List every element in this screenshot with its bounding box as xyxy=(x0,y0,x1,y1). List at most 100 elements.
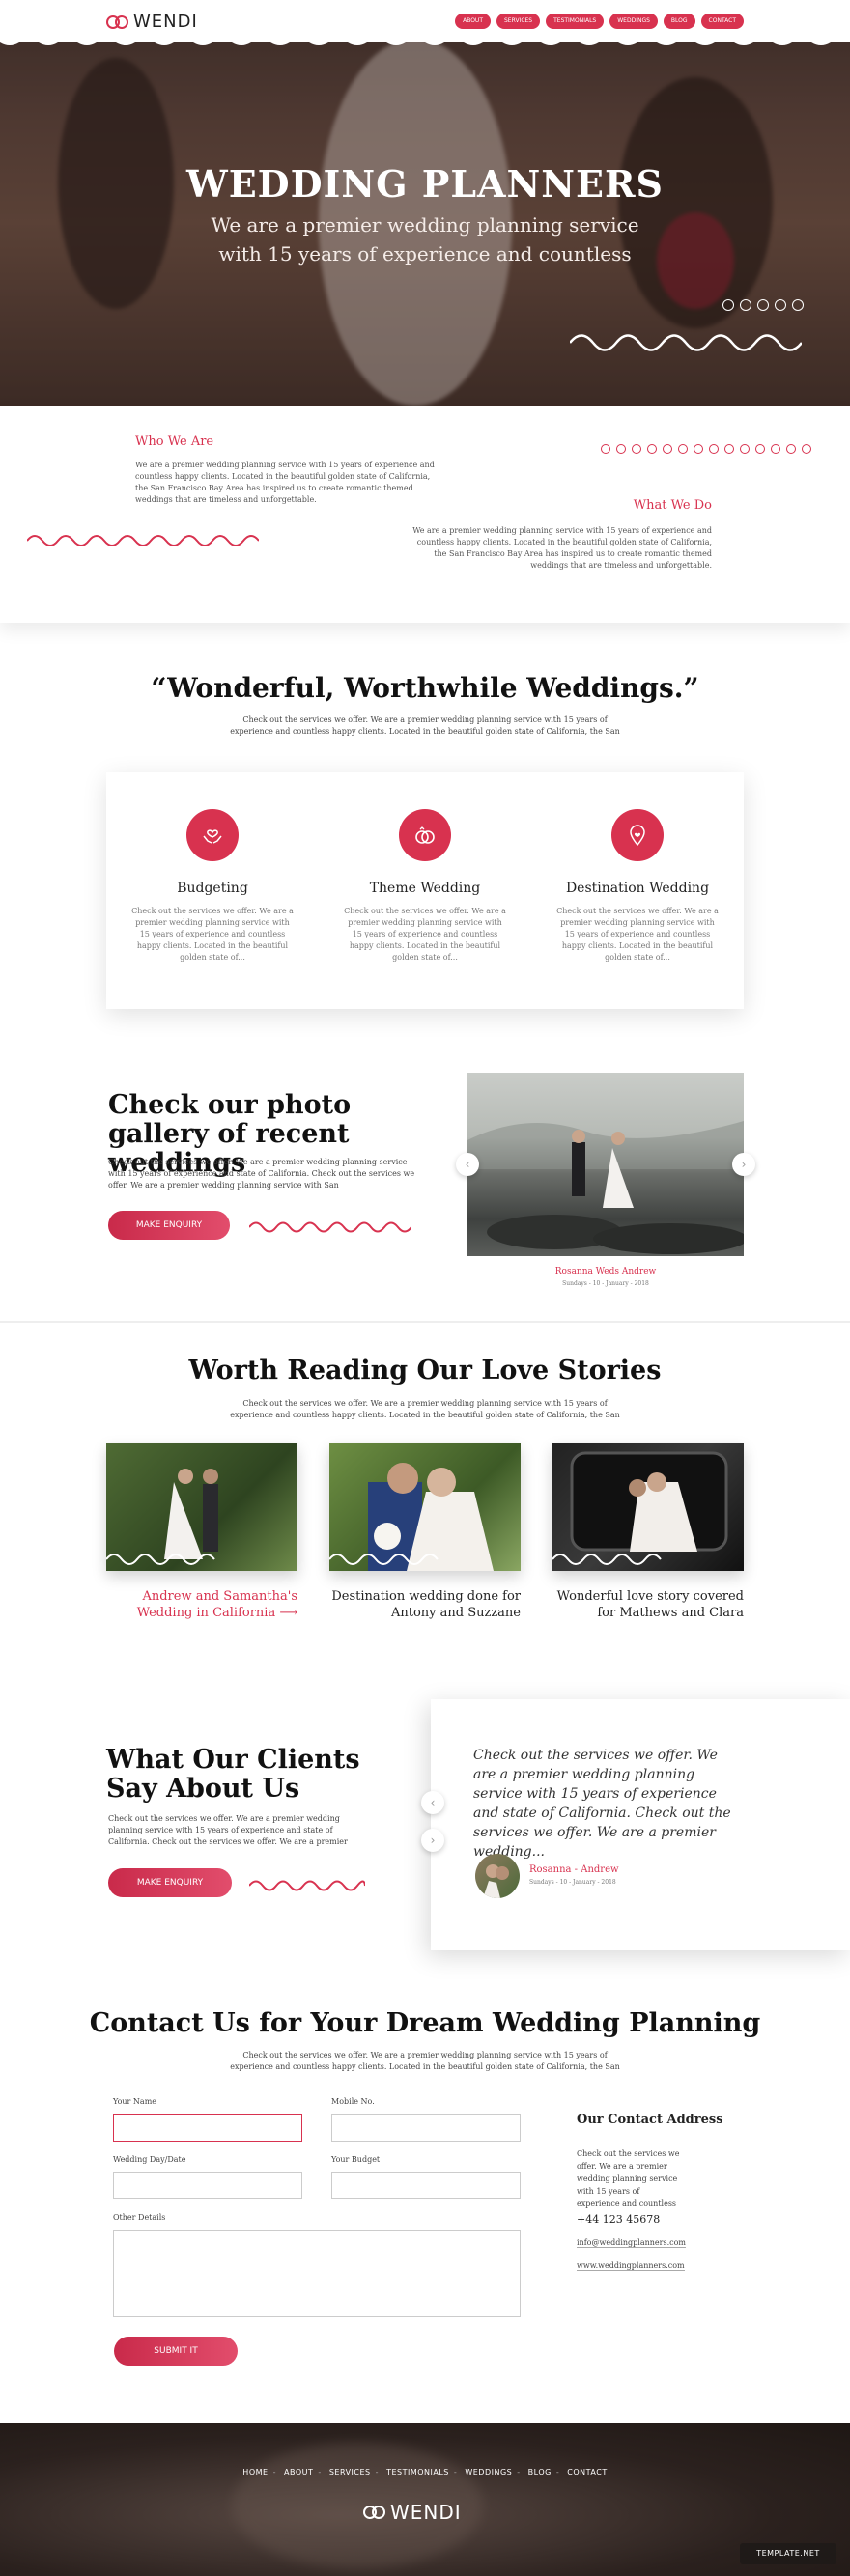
wonderful-title: “Wonderful, Worthwhile Weddings.” xyxy=(151,672,699,704)
mobile-label: Mobile No. xyxy=(331,2097,375,2106)
gallery-text: Check out the services we offer. We are … xyxy=(108,1158,415,1190)
footer-link-services[interactable]: SERVICES xyxy=(329,2468,371,2477)
logo[interactable]: WENDI xyxy=(106,12,198,32)
budget-field[interactable] xyxy=(331,2172,521,2199)
testimonial-date: Sundays - 10 - January - 2018 xyxy=(529,1879,616,1886)
who-title: Who We Are xyxy=(135,434,214,449)
wedding-date-field[interactable] xyxy=(113,2172,302,2199)
slider-dot[interactable] xyxy=(792,299,804,311)
address-website[interactable]: www.weddingplanners.com xyxy=(577,2261,685,2271)
details-label: Other Details xyxy=(113,2213,166,2222)
story-image xyxy=(106,1443,298,1571)
nav-blog[interactable]: BLOG xyxy=(663,14,695,29)
footer-link-blog[interactable]: BLOG xyxy=(528,2468,552,2477)
name-label: Your Name xyxy=(113,2097,157,2106)
budget-label: Your Budget xyxy=(331,2155,381,2164)
rings-icon xyxy=(363,2506,386,2519)
address-email[interactable]: info@weddingplanners.com xyxy=(577,2238,686,2248)
gallery-caption: Rosanna Weds Andrew xyxy=(554,1267,657,1276)
contact-subtitle: Check out the services we offer. We are … xyxy=(230,2051,620,2071)
nav-weddings[interactable]: WEDDINGS xyxy=(609,14,658,29)
service-text: Check out the services we offer. We are … xyxy=(344,907,506,962)
couple-on-beach-image xyxy=(468,1121,744,1254)
hero-subtitle: We are a premier wedding planning servic… xyxy=(211,213,639,266)
wonderful-subtitle: Check out the services we offer. We are … xyxy=(230,715,620,736)
prev-arrow-icon[interactable]: ‹ xyxy=(421,1791,444,1814)
who-we-are-section: Who We Are We are a premier wedding plan… xyxy=(0,406,850,623)
logo-text: WENDI xyxy=(133,12,198,32)
services-card: Budgeting Check out the services we offe… xyxy=(106,772,744,1009)
page: WEDDING PLANNERS We are a premier weddin… xyxy=(0,0,850,2576)
nav-services[interactable]: SERVICES xyxy=(496,14,541,29)
service-title: Theme Wedding xyxy=(369,881,481,896)
hands-heart-icon xyxy=(186,809,239,861)
footer-link-home[interactable]: HOME xyxy=(242,2468,268,2477)
make-enquiry-button[interactable]: MAKE ENQUIRY xyxy=(108,1211,230,1240)
service-title: Budgeting xyxy=(177,881,248,896)
story-card[interactable]: Andrew and Samantha's Wedding in Califor… xyxy=(106,1443,298,1621)
location-heart-icon xyxy=(611,809,664,861)
service-destination-wedding[interactable]: Destination Wedding Check out the servic… xyxy=(555,809,720,1009)
story-caption: Andrew and Samantha's Wedding in Califor… xyxy=(136,1589,298,1620)
header: WENDI ABOUT SERVICES TESTIMONIALS WEDDIN… xyxy=(0,0,850,42)
clients-text: Check out the services we offer. We are … xyxy=(108,1814,348,1846)
service-theme-wedding[interactable]: Theme Wedding Check out the services we … xyxy=(343,809,507,1009)
clients-title: What Our Clients Say About Us xyxy=(106,1745,360,1804)
details-field[interactable] xyxy=(113,2230,521,2317)
arrow-right-icon[interactable]: ⟶ xyxy=(279,1606,298,1620)
next-arrow-icon[interactable]: › xyxy=(732,1153,755,1176)
hero-section: WEDDING PLANNERS We are a premier weddin… xyxy=(0,0,850,406)
address-title: Our Contact Address xyxy=(577,2113,723,2127)
nav-contact[interactable]: CONTACT xyxy=(700,14,744,29)
section-divider xyxy=(0,1321,850,1323)
date-label: Wedding Day/Date xyxy=(113,2155,186,2164)
slider-dot[interactable] xyxy=(722,299,734,311)
footer-link-contact[interactable]: CONTACT xyxy=(567,2468,607,2477)
rings-icon xyxy=(399,809,451,861)
gallery-photo[interactable] xyxy=(468,1073,744,1256)
name-field[interactable] xyxy=(113,2114,302,2142)
footer-link-weddings[interactable]: WEDDINGS xyxy=(465,2468,512,2477)
story-caption: Wonderful love story covered for Mathews… xyxy=(556,1589,744,1620)
mobile-field[interactable] xyxy=(331,2114,521,2142)
service-text: Check out the services we offer. We are … xyxy=(131,907,294,962)
avatar xyxy=(475,1854,520,1898)
love-stories-subtitle: Check out the services we offer. We are … xyxy=(230,1399,620,1419)
contact-title: Contact Us for Your Dream Wedding Planni… xyxy=(89,2008,761,2038)
story-card[interactable]: Wonderful love story covered for Mathews… xyxy=(552,1443,744,1621)
make-enquiry-button[interactable]: MAKE ENQUIRY xyxy=(108,1868,232,1897)
hero-slider-dots[interactable] xyxy=(722,299,804,311)
header-wave-edge xyxy=(0,39,850,45)
dots-decoration xyxy=(601,444,811,454)
story-image xyxy=(329,1443,521,1571)
footer xyxy=(0,2423,850,2576)
next-arrow-icon[interactable]: › xyxy=(421,1829,444,1852)
main-nav: ABOUT SERVICES TESTIMONIALS WEDDINGS BLO… xyxy=(455,14,744,29)
nav-testimonials[interactable]: TESTIMONIALS xyxy=(546,14,605,29)
rings-icon xyxy=(106,14,129,29)
footer-link-testimonials[interactable]: TESTIMONIALS xyxy=(386,2468,449,2477)
submit-button[interactable]: SUBMIT IT xyxy=(114,2337,238,2366)
what-title: What We Do xyxy=(633,498,712,513)
address-text: Check out the services we offer. We are … xyxy=(577,2149,680,2208)
story-caption: Destination wedding done for Antony and … xyxy=(331,1589,521,1620)
love-stories-title: Worth Reading Our Love Stories xyxy=(188,1356,662,1386)
service-budgeting[interactable]: Budgeting Check out the services we offe… xyxy=(130,809,295,1009)
testimonial-quote: Check out the services we offer. We are … xyxy=(473,1748,731,1860)
slider-dot[interactable] xyxy=(775,299,786,311)
footer-link-about[interactable]: ABOUT xyxy=(284,2468,313,2477)
story-card[interactable]: Destination wedding done for Antony and … xyxy=(329,1443,521,1621)
hero-wave-decoration xyxy=(570,334,802,351)
service-text: Check out the services we offer. We are … xyxy=(556,907,719,962)
footer-nav: HOME - ABOUT - SERVICES - TESTIMONIALS - WED… xyxy=(242,2468,608,2477)
wave-decoration xyxy=(27,535,259,546)
gallery-date: Sundays - 10 - January - 2018 xyxy=(562,1280,649,1287)
slider-dot[interactable] xyxy=(757,299,769,311)
prev-arrow-icon[interactable]: ‹ xyxy=(456,1153,479,1176)
template-badge[interactable]: TEMPLATE.NET xyxy=(740,2543,836,2564)
slider-dot[interactable] xyxy=(740,299,751,311)
hero-title: WEDDING PLANNERS xyxy=(186,162,664,206)
service-title: Destination Wedding xyxy=(565,881,710,896)
nav-about[interactable]: ABOUT xyxy=(455,14,491,29)
footer-logo[interactable]: WENDI xyxy=(363,2501,462,2524)
